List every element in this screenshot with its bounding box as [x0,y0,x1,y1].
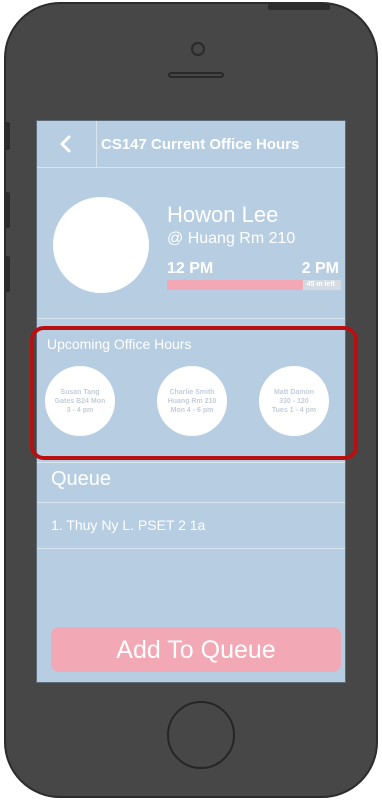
mute-switch [4,122,10,150]
time-progress-bar: 45 m left [167,280,341,290]
add-to-queue-button[interactable]: Add To Queue [51,627,341,672]
power-button [268,4,330,10]
queue-item-text: 1. Thuy Ny L. PSET 2 1a [51,517,206,533]
ta-location: @ Huang Rm 210 [167,230,296,247]
current-office-hours-card: Howon Lee @ Huang Rm 210 12 PM 2 PM 45 m… [37,168,345,319]
front-camera [191,42,205,56]
end-time: 2 PM [301,260,339,277]
queue-header: Queue [37,464,345,503]
chevron-left-icon [60,135,71,153]
add-to-queue-label: Add To Queue [116,636,276,664]
volume-down-button [4,256,10,292]
start-time: 12 PM [167,260,214,277]
back-button[interactable] [37,121,97,167]
volume-up-button [4,192,10,228]
avatar [53,197,149,293]
nav-bar: CS147 Current Office Hours [37,121,345,168]
queue-list-item[interactable]: 1. Thuy Ny L. PSET 2 1a [37,503,345,549]
time-left-label: 45 m left [306,281,335,288]
highlight-annotation [30,326,358,460]
queue-title: Queue [51,468,112,490]
page-title: CS147 Current Office Hours [101,136,300,153]
earpiece-speaker [168,72,224,78]
home-button[interactable] [167,701,235,769]
ta-name: Howon Lee [167,202,279,227]
